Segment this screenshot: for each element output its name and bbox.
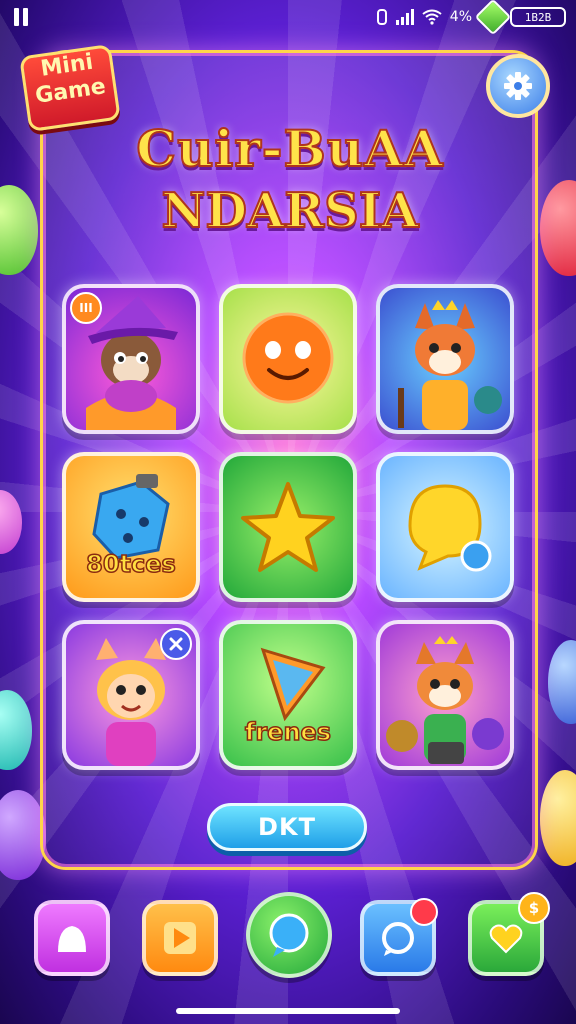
nav-home-button[interactable] [34, 900, 110, 976]
tile-star[interactable] [219, 452, 357, 602]
tile-chat-bubble[interactable] [376, 452, 514, 602]
star-icon [241, 482, 335, 572]
chat-bubble-icon [408, 484, 492, 572]
tile-label: frenes [244, 717, 332, 747]
settings-button[interactable] [486, 54, 550, 118]
game-title: Cuir-BuAA NDARSIA [130, 118, 450, 242]
close-badge[interactable] [160, 628, 192, 660]
mini-game-badge: Mini Game [19, 43, 121, 133]
nav-heart-chat-button[interactable]: $ [468, 892, 550, 976]
signal-icon [395, 9, 414, 25]
battery-indicator: 1B2B [510, 7, 566, 27]
nav-globe-chat-button[interactable] [246, 892, 332, 978]
pizza-icon [260, 647, 326, 722]
coin-badge-text: $ [528, 899, 540, 917]
home-icon [58, 926, 86, 952]
heart-chat-icon [489, 924, 523, 954]
tile-fox-king[interactable] [376, 284, 514, 434]
title-line2: NDARSIA [161, 182, 420, 240]
tile-girl-cat[interactable] [62, 620, 200, 770]
tile-label: 80tces [85, 549, 176, 579]
coin-badge: $ [518, 892, 550, 924]
notification-badge [410, 898, 438, 926]
vibrate-icon [376, 9, 387, 25]
corner-badge-text: III [79, 301, 93, 315]
dice-icon [92, 474, 170, 560]
smiley-icon [242, 312, 334, 404]
gear-icon [504, 72, 532, 100]
nav-message-button[interactable] [360, 898, 438, 976]
tile-wizard-cat[interactable]: III [62, 284, 200, 434]
globe-chat-icon [269, 913, 309, 957]
tile-pizza[interactable]: frenes [219, 620, 357, 770]
play-icon [164, 922, 196, 954]
message-icon [382, 922, 414, 956]
wifi-icon [422, 9, 442, 25]
pause-icon[interactable] [12, 8, 30, 26]
tile-smiley-sun[interactable] [219, 284, 357, 434]
fox-gears-icon [386, 636, 504, 764]
fox-icon [398, 300, 502, 430]
nav-play-button[interactable] [142, 900, 218, 976]
bottom-nav: $ [0, 890, 576, 990]
close-icon [169, 637, 183, 651]
tile-fox-gears[interactable] [376, 620, 514, 770]
tile-dice[interactable]: 80tces [62, 452, 200, 602]
battery-percent: 4% [449, 9, 472, 25]
gem-icon [474, 0, 512, 36]
play-button[interactable]: DKT [207, 803, 367, 851]
status-bar: 4% 1B2B [0, 0, 576, 36]
home-indicator[interactable] [176, 1008, 400, 1014]
title-line1: Cuir-BuAA [135, 118, 444, 179]
tile-corner-badge: III [70, 292, 102, 324]
